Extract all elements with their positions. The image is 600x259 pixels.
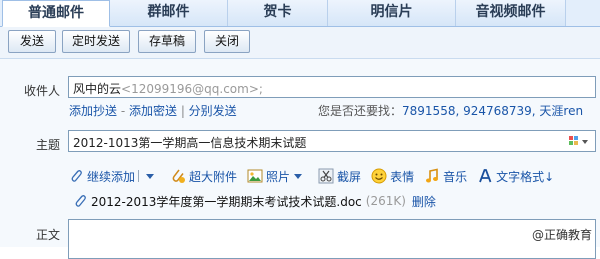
save-draft-button[interactable]: 存草稿 xyxy=(138,30,196,53)
link-separator: - xyxy=(117,104,129,118)
suggest-prompt: 您是否还要找： xyxy=(318,104,403,118)
tab-group-mail[interactable]: 群邮件 xyxy=(110,0,228,26)
compose-type-tabs: 普通邮件 群邮件 贺卡 明信片 音视频邮件 xyxy=(0,0,600,27)
scheduled-send-button[interactable]: 定时发送 xyxy=(62,30,130,53)
paperclip-icon xyxy=(72,193,88,209)
music-note-icon xyxy=(424,168,440,184)
screenshot-button[interactable]: 截屏 xyxy=(318,168,361,185)
screenshot-label: 截屏 xyxy=(337,169,362,184)
text-format-label: 文字格式↓ xyxy=(496,169,555,184)
attachment-filename: 2012-2013学年度第一学期期末考试技术试题.doc xyxy=(91,194,362,209)
divider xyxy=(138,170,140,182)
tab-label: 贺卡 xyxy=(263,4,292,20)
photo-button[interactable]: 照片 xyxy=(247,168,308,185)
large-attachment-icon xyxy=(170,168,186,184)
recipient-name: 风中的云 xyxy=(73,82,122,96)
tab-av-mail[interactable]: 音视频邮件 xyxy=(456,0,566,26)
send-button[interactable]: 发送 xyxy=(8,30,56,53)
tab-greeting-card[interactable]: 贺卡 xyxy=(228,0,328,26)
large-attachment-label: 超大附件 xyxy=(189,169,238,184)
subject-field[interactable]: 2012-1013第一学期高一信息技术期末试题 xyxy=(68,130,596,152)
smiley-icon xyxy=(371,168,387,184)
subject-value: 2012-1013第一学期高一信息技术期末试题 xyxy=(73,136,307,150)
tab-label: 音视频邮件 xyxy=(475,4,546,20)
recipient-address: <12099196@qq.com>; xyxy=(121,82,263,96)
photo-label: 照片 xyxy=(266,169,291,184)
recipient-links: 添加抄送 - 添加密送 | 分别发送 xyxy=(69,102,237,119)
large-attachment-button[interactable]: 超大附件 xyxy=(170,168,237,185)
music-label: 音乐 xyxy=(443,169,468,184)
attachment-toolbar: 继续添加 超大附件 照片 截屏 表情 音乐 文字格式↓ xyxy=(68,167,564,185)
emoticon-label: 表情 xyxy=(390,169,415,184)
stationery-picker-icon[interactable] xyxy=(569,134,591,148)
continue-add-attachment[interactable]: 继续添加 xyxy=(68,168,160,185)
compose-toolbar: 发送 定时发送 存草稿 关闭 xyxy=(0,27,600,59)
scissors-icon xyxy=(318,168,334,184)
text-format-icon xyxy=(477,168,493,184)
music-button[interactable]: 音乐 xyxy=(424,168,467,185)
tab-label: 明信片 xyxy=(370,4,413,20)
attachment-size: (261K) xyxy=(365,194,406,208)
subject-label: 主题 xyxy=(35,138,60,152)
continue-add-label: 继续添加 xyxy=(87,169,136,184)
tab-normal-mail[interactable]: 普通邮件 xyxy=(2,0,110,27)
close-button[interactable]: 关闭 xyxy=(204,30,250,53)
delete-attachment-link[interactable]: 删除 xyxy=(412,193,436,210)
chevron-down-icon[interactable] xyxy=(294,173,303,179)
chevron-down-icon[interactable] xyxy=(146,173,155,179)
body-editor[interactable] xyxy=(68,219,596,259)
recipient-label: 收件人 xyxy=(23,84,60,98)
suggested-contacts[interactable]: 7891558, 924768739, 天涯ren xyxy=(402,104,583,118)
attached-file: 2012-2013学年度第一学期期末考试技术试题.doc (261K) 删除 xyxy=(72,192,436,210)
add-cc-link[interactable]: 添加抄送 xyxy=(69,104,117,118)
tab-postcard[interactable]: 明信片 xyxy=(328,0,456,26)
recipient-field[interactable]: 风中的云<12099196@qq.com>; xyxy=(68,76,596,98)
emoticon-button[interactable]: 表情 xyxy=(371,168,414,185)
body-label: 正文 xyxy=(35,228,60,242)
photo-icon xyxy=(247,168,263,184)
paperclip-icon xyxy=(68,168,84,184)
separate-send-link[interactable]: 分别发送 xyxy=(189,104,237,118)
contact-suggestions: 您是否还要找：7891558, 924768739, 天涯ren xyxy=(318,102,583,119)
watermark-text: @正确教育 xyxy=(529,226,594,243)
add-bcc-link[interactable]: 添加密送 xyxy=(129,104,177,118)
tab-label: 群邮件 xyxy=(147,4,190,20)
link-separator: | xyxy=(177,104,189,118)
text-format-button[interactable]: 文字格式↓ xyxy=(477,168,554,185)
tab-label: 普通邮件 xyxy=(28,5,84,21)
